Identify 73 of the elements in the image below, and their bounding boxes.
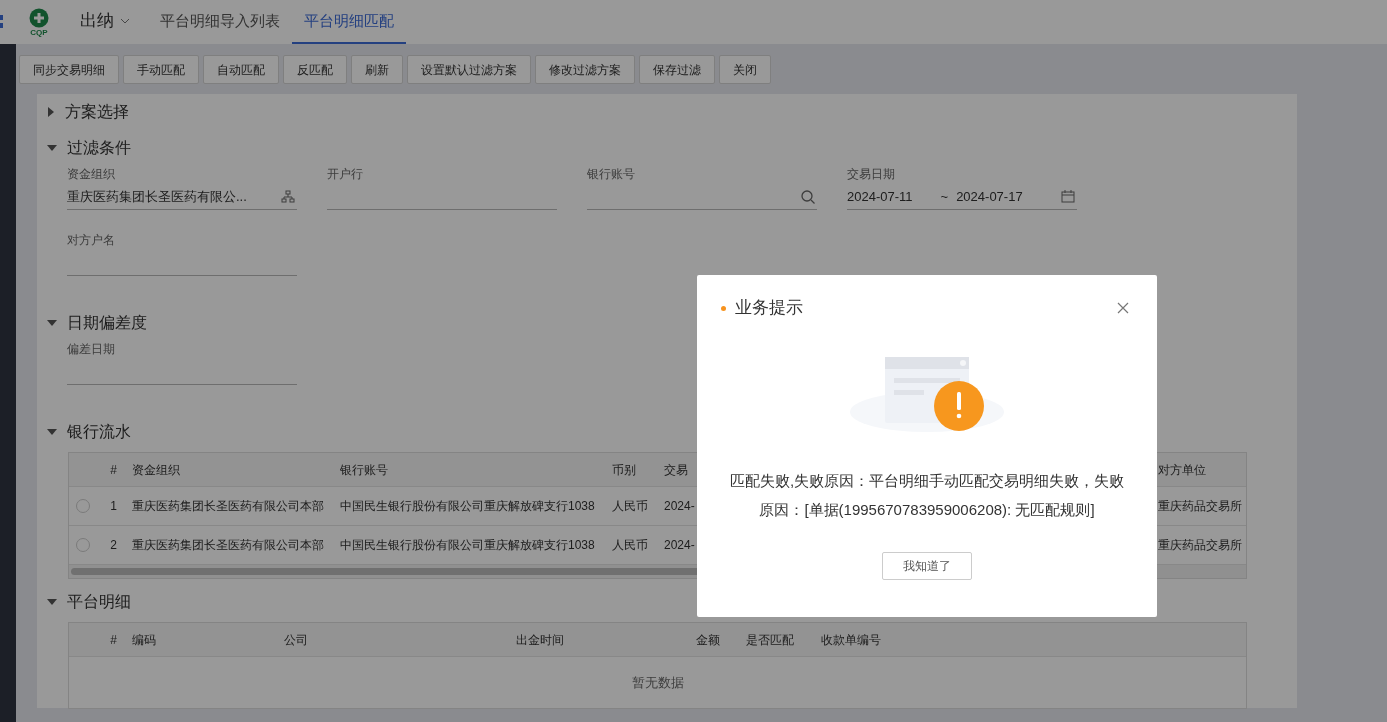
field-label: 对方户名: [67, 232, 116, 248]
logo-text: CQP: [30, 27, 48, 37]
field-label: 交易日期: [847, 166, 896, 182]
table-cell-text: 重庆医药集团长圣医药有限公司本部: [131, 498, 325, 515]
toolbar-button[interactable]: 刷新: [351, 55, 403, 84]
dialog-message: 匹配失败,失败原因：平台明细手动匹配交易明细失败，失败原因：[单据(1995670783959006208): 无匹配规则]: [728, 471, 1126, 520]
search-icon[interactable]: [801, 189, 815, 204]
toolbar-button[interactable]: 保存过滤: [639, 55, 715, 84]
table-cell-text: 2024-: [663, 498, 696, 515]
toolbar-button[interactable]: 修改过滤方案: [535, 55, 635, 84]
input-field[interactable]: 2024-07-11 ~ 2024-07-17: [847, 184, 1077, 210]
field-label: 资金组织: [67, 166, 116, 182]
table-cell-text: 重庆药品交易所: [1157, 537, 1243, 554]
toolbar-button[interactable]: 自动匹配: [203, 55, 279, 84]
toolbar-button[interactable]: 同步交易明细: [19, 55, 119, 84]
caret-down-icon[interactable]: [47, 598, 57, 606]
table-cell-text: 2: [109, 537, 118, 554]
table-cell-text: 重庆药品交易所: [1157, 498, 1243, 515]
date-end-text: 2024-07-17: [956, 187, 1023, 206]
acknowledge-button[interactable]: 我知道了: [882, 552, 972, 580]
dialog-title: 业务提示: [735, 297, 803, 320]
row-radio[interactable]: [76, 499, 90, 513]
org-tree-icon[interactable]: [281, 190, 295, 203]
table-cell-text: 人民币: [611, 498, 649, 515]
table-cell-text: 中国民生银行股份有限公司重庆解放碑支行1038: [339, 537, 596, 554]
close-icon[interactable]: [1117, 302, 1129, 314]
section-title[interactable]: 平台明细: [67, 590, 131, 614]
date-start-text: 2024-07-11: [847, 187, 913, 206]
range-separator: ~: [940, 187, 949, 206]
empty-state-text: 暂无数据: [631, 673, 684, 692]
column-header: 银行账号: [339, 461, 389, 479]
toolbar-button[interactable]: 反匹配: [283, 55, 347, 84]
nav-tab[interactable]: 平台明细导入列表: [148, 0, 292, 44]
field-label: 银行账号: [587, 166, 636, 182]
table-cell-text: 2024-: [663, 537, 696, 554]
caret-down-icon[interactable]: [47, 319, 57, 327]
column-header: 金额: [695, 631, 721, 649]
table-cell-text: 1: [109, 498, 118, 515]
section-title[interactable]: 过滤条件: [67, 136, 131, 160]
column-header: 收款单编号: [820, 631, 882, 649]
section-title[interactable]: 方案选择: [65, 100, 129, 124]
calendar-icon[interactable]: [1061, 190, 1075, 203]
toolbar-button[interactable]: 设置默认过滤方案: [407, 55, 531, 84]
module-dropdown[interactable]: 出纳: [80, 0, 138, 44]
section-title[interactable]: 日期偏差度: [67, 311, 147, 335]
grid-icon[interactable]: [0, 15, 4, 29]
caret-down-icon[interactable]: [47, 428, 57, 436]
column-header: 币别: [611, 461, 637, 479]
column-header: 公司: [283, 631, 309, 649]
title-dot-icon: [721, 305, 726, 311]
input-field[interactable]: 重庆医药集团长圣医药有限公...: [67, 184, 297, 210]
column-header: 出金时间: [515, 631, 565, 649]
caret-down-icon[interactable]: [47, 144, 57, 152]
toolbar-button[interactable]: 关闭: [719, 55, 771, 84]
field-label: 开户行: [327, 166, 364, 182]
nav-tab[interactable]: 平台明细匹配: [292, 0, 406, 44]
chevron-down-icon: [120, 18, 130, 24]
row-radio[interactable]: [76, 538, 90, 552]
field-value: 重庆医药集团长圣医药有限公...: [67, 187, 248, 206]
column-header: 交易: [663, 461, 689, 479]
field-label: 偏差日期: [67, 341, 116, 357]
column-header: 编码: [131, 631, 157, 649]
caret-right-icon[interactable]: [47, 107, 55, 117]
column-header: 资金组织: [131, 461, 181, 479]
section-title[interactable]: 银行流水: [67, 420, 131, 444]
column-header: #: [109, 461, 118, 479]
column-header: 对方单位: [1157, 461, 1207, 479]
column-header: 是否匹配: [745, 631, 795, 649]
table-cell-text: 重庆医药集团长圣医药有限公司本部: [131, 537, 325, 554]
column-header: #: [109, 631, 118, 649]
table-cell-text: 人民币: [611, 537, 649, 554]
toolbar-button[interactable]: 手动匹配: [123, 55, 199, 84]
table-cell-text: 中国民生银行股份有限公司重庆解放碑支行1038: [339, 498, 596, 515]
